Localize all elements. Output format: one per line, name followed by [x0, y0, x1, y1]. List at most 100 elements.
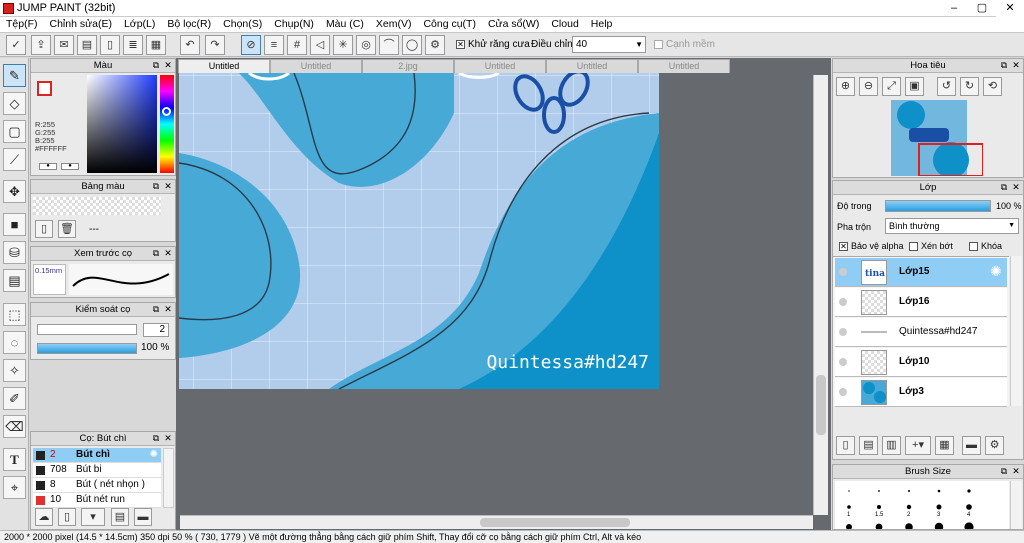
- layer-row[interactable]: tina Lớp15 ✺: [835, 258, 1007, 287]
- soft-edge-checkbox[interactable]: Cạnh mềm: [654, 39, 715, 50]
- eye-icon[interactable]: [839, 298, 847, 306]
- close-icon[interactable]: ✕: [163, 433, 173, 443]
- navigator-thumbnail[interactable]: [891, 100, 983, 176]
- brush-list-scrollbar[interactable]: [163, 448, 174, 508]
- antialias-checkbox[interactable]: ✕ Khử răng cưa: [456, 39, 530, 50]
- undock-icon[interactable]: ⧉: [151, 304, 161, 314]
- layer-opacity-slider[interactable]: [885, 200, 991, 212]
- snap-settings-icon[interactable]: ⚙: [425, 35, 445, 55]
- horizontal-scroll-thumb[interactable]: [480, 518, 630, 527]
- menu-file[interactable]: Tệp(F): [0, 17, 44, 32]
- comment-icon[interactable]: ✉: [54, 35, 74, 55]
- close-icon[interactable]: ✕: [1011, 182, 1021, 192]
- saturation-value-picker[interactable]: [87, 75, 157, 173]
- brush-size-scrollbar[interactable]: [1010, 481, 1022, 529]
- undock-icon[interactable]: ⧉: [999, 60, 1009, 70]
- rotate-left-icon[interactable]: ↺: [937, 77, 956, 96]
- hue-handle[interactable]: [162, 107, 171, 116]
- eye-icon[interactable]: [839, 388, 847, 396]
- brush-row[interactable]: 8 Bút ( nét nhọn ): [33, 478, 161, 493]
- fit-view-icon[interactable]: ⤢: [882, 77, 901, 96]
- grid-ruler-icon[interactable]: #: [287, 35, 307, 55]
- brush-size-value[interactable]: 2: [143, 323, 169, 337]
- menu-capture[interactable]: Chụp(N): [268, 17, 320, 32]
- brush-size-grid[interactable]: 1 1.5 2 3 4: [835, 481, 1009, 532]
- undock-icon[interactable]: ⧉: [151, 433, 161, 443]
- pencil-tool-icon[interactable]: ✎: [3, 64, 26, 87]
- new-layer-icon[interactable]: ▯: [836, 436, 855, 455]
- layer-row[interactable]: Quintessa#hd247: [835, 318, 1007, 347]
- copy-layer-icon[interactable]: ▥: [882, 436, 901, 455]
- select-pen-icon[interactable]: ✐: [3, 387, 26, 410]
- maximize-button[interactable]: ▢: [968, 0, 996, 17]
- layer-row[interactable]: Lớp3: [835, 378, 1007, 407]
- curve-ruler-icon[interactable]: ⌒: [379, 35, 399, 55]
- menu-layer[interactable]: Lớp(L): [118, 17, 161, 32]
- layer-row[interactable]: Lớp16: [835, 288, 1007, 317]
- marquee-select-icon[interactable]: ⬚: [3, 303, 26, 326]
- menu-tools[interactable]: Công cụ(T): [417, 17, 482, 32]
- eraser-tool-icon[interactable]: ◇: [3, 92, 26, 115]
- bucket-fill-icon[interactable]: ⛁: [3, 241, 26, 264]
- brush-settings-icon[interactable]: ☁: [35, 508, 53, 526]
- tab-untitled-1[interactable]: Untitled: [178, 59, 270, 73]
- grid-layout-icon[interactable]: ▦: [146, 35, 166, 55]
- concentric-ruler-icon[interactable]: ◎: [356, 35, 376, 55]
- redo-icon[interactable]: ↷: [205, 35, 225, 55]
- menu-color[interactable]: Màu (C): [320, 17, 370, 32]
- gear-icon[interactable]: ✺: [150, 448, 158, 462]
- brush-row[interactable]: 10 Bút nét run: [33, 493, 161, 508]
- folder-icon[interactable]: ▬: [134, 508, 152, 526]
- line-tool-icon[interactable]: ⟋: [3, 148, 26, 171]
- folder-icon[interactable]: ▬: [962, 436, 981, 455]
- radial-ruler-icon[interactable]: ✳: [333, 35, 353, 55]
- trash-icon[interactable]: 🗑: [58, 220, 76, 238]
- tab-untitled-4[interactable]: Untitled: [546, 59, 638, 73]
- menu-edit[interactable]: Chỉnh sửa(E): [44, 17, 118, 32]
- layer-list-scrollbar[interactable]: [1010, 256, 1022, 406]
- ruler-off-icon[interactable]: ⊘: [241, 35, 261, 55]
- zoom-out-icon[interactable]: ⊖: [859, 77, 878, 96]
- brush-opacity-slider[interactable]: [37, 343, 137, 354]
- undock-icon[interactable]: ⧉: [999, 466, 1009, 476]
- merge-layer-icon[interactable]: ▦: [935, 436, 954, 455]
- lock-checkbox[interactable]: Khóa: [969, 241, 1002, 252]
- protect-alpha-checkbox[interactable]: ✕ Bảo vệ alpha: [839, 241, 904, 252]
- eye-icon[interactable]: [839, 268, 847, 276]
- close-icon[interactable]: ✕: [1011, 60, 1021, 70]
- new-brush-icon[interactable]: ▯: [58, 508, 76, 526]
- horizontal-scrollbar[interactable]: [180, 515, 813, 529]
- layer-row[interactable]: Lớp10: [835, 348, 1007, 377]
- vertical-scrollbar[interactable]: [813, 75, 828, 515]
- cloud-check-icon[interactable]: ✓: [6, 35, 26, 55]
- palette-swatches[interactable]: [33, 197, 161, 215]
- brush-row[interactable]: 2 Bút chì ✺: [33, 448, 161, 463]
- ellipse-ruler-icon[interactable]: ◯: [402, 35, 422, 55]
- eyedropper-tool-icon[interactable]: ⌖: [3, 476, 26, 499]
- foreground-color-swatch[interactable]: [37, 81, 52, 96]
- brush-import-icon[interactable]: ▤: [111, 508, 129, 526]
- color-mode-button[interactable]: ●: [39, 163, 57, 170]
- menu-help[interactable]: Help: [585, 17, 619, 32]
- text-tool-icon[interactable]: T: [3, 448, 26, 471]
- perspective-ruler-icon[interactable]: ◁: [310, 35, 330, 55]
- close-icon[interactable]: ✕: [163, 60, 173, 70]
- minimize-button[interactable]: –: [940, 0, 968, 17]
- brush-size-slider[interactable]: [37, 324, 137, 335]
- document-icon[interactable]: ▯: [100, 35, 120, 55]
- document-list-icon[interactable]: ≣: [123, 35, 143, 55]
- parallel-ruler-icon[interactable]: ≡: [264, 35, 284, 55]
- menu-cloud[interactable]: Cloud: [545, 17, 584, 32]
- hue-slider[interactable]: [160, 75, 174, 173]
- share-icon[interactable]: ⇪: [31, 35, 51, 55]
- layer-settings-icon[interactable]: ⚙: [985, 436, 1004, 455]
- close-button[interactable]: ✕: [996, 0, 1024, 17]
- clip-checkbox[interactable]: Xén bớt: [909, 241, 953, 252]
- tab-untitled-3[interactable]: Untitled: [454, 59, 546, 73]
- menu-select[interactable]: Chọn(S): [217, 17, 268, 32]
- new-palette-icon[interactable]: ▯: [35, 220, 53, 238]
- undock-icon[interactable]: ⧉: [151, 60, 161, 70]
- close-icon[interactable]: ✕: [163, 181, 173, 191]
- add-layer-menu-icon[interactable]: +▾: [905, 436, 931, 455]
- zoom-in-icon[interactable]: ⊕: [836, 77, 855, 96]
